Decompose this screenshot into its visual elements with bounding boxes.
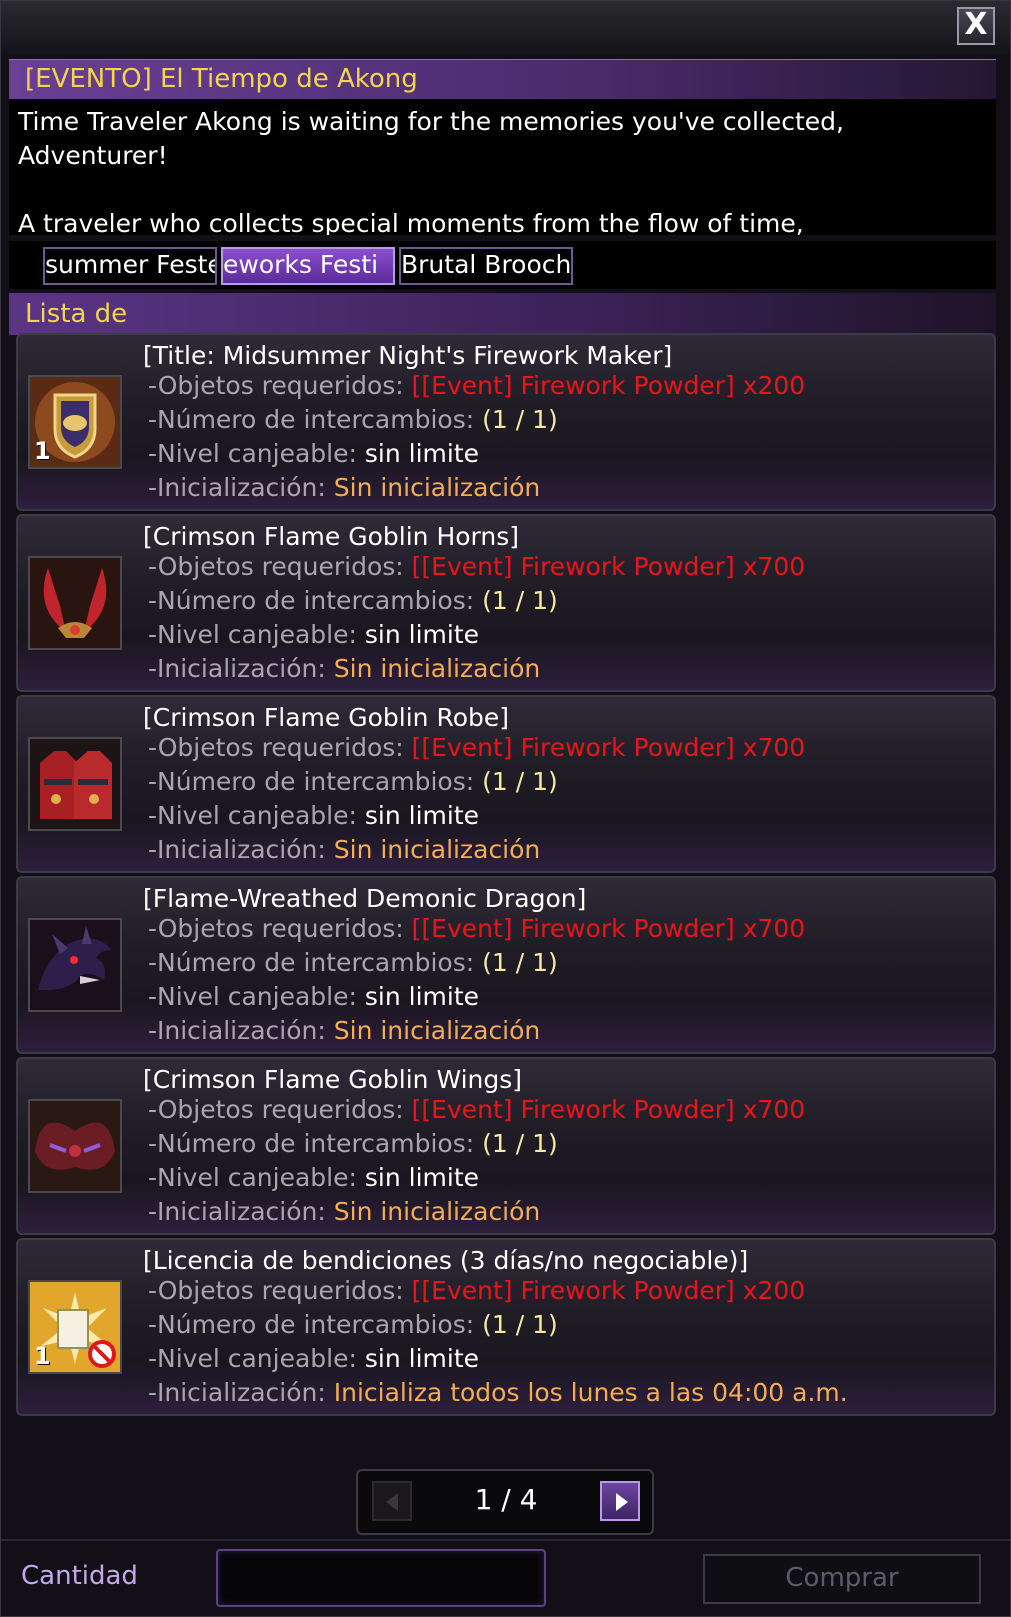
exchanges-label: -Número de intercambios: [148,1310,475,1339]
exchange-level: sin limite [364,620,480,649]
reset-schedule: Sin inicialización [333,1197,541,1226]
item-name: [Flame-Wreathed Demonic Dragon] [143,884,587,913]
level-label: -Nivel canjeable: [148,1163,357,1192]
list-item[interactable]: [Crimson Flame Goblin Robe] -Objetos requ… [16,695,996,873]
reset-label: -Inicialización: [148,473,326,502]
list-item[interactable]: [Crimson Flame Goblin Horns] -Objetos req… [16,514,996,692]
exchange-level: sin limite [364,1344,480,1373]
category-tabs: summer Feste eworks Festi Brutal Brooch [9,241,996,289]
exchanges-label: -Número de intercambios: [148,1129,475,1158]
item-name: [Crimson Flame Goblin Robe] [143,703,509,732]
level-label: -Nivel canjeable: [148,620,357,649]
exchange-level: sin limite [364,439,480,468]
level-label: -Nivel canjeable: [148,982,357,1011]
footer-divider [1,1539,1010,1541]
title-bar[interactable]: X [1,1,1010,55]
event-exchange-window: X [EVENTO] El Tiempo de Akong Time Trave… [0,0,1011,1617]
level-label: -Nivel canjeable: [148,801,357,830]
required-items: [[Event] Firework Powder] x700 [411,733,806,762]
exchange-count: (1 / 1) [482,948,558,977]
item-name: [Crimson Flame Goblin Horns] [143,522,520,551]
exchanges-label: -Número de intercambios: [148,767,475,796]
page-indicator: 1 / 4 [474,1483,538,1516]
list-item[interactable]: 1 [Licencia de bendiciones (3 días/no neg… [16,1238,996,1416]
tab-brutal-brooch[interactable]: Brutal Brooch [399,247,573,285]
reset-schedule: Sin inicialización [333,654,541,683]
exchange-level: sin limite [364,801,480,830]
pagination: 1 / 4 [356,1469,654,1535]
exchange-count: (1 / 1) [482,767,558,796]
item-name: [Crimson Flame Goblin Wings] [143,1065,523,1094]
required-items: [[Event] Firework Powder] x200 [411,371,806,400]
list-item[interactable]: 1 [Title: Midsummer Night's Firework Make… [16,333,996,511]
required-label: -Objetos requeridos: [148,552,404,581]
tab-fireworks-festival[interactable]: eworks Festi [221,247,395,285]
item-quantity: 1 [34,1342,51,1370]
item-name: [Title: Midsummer Night's Firework Maker… [143,341,673,370]
buy-button[interactable]: Comprar [703,1554,981,1604]
next-page-button[interactable] [600,1481,640,1521]
reset-label: -Inicialización: [148,654,326,683]
quantity-input[interactable] [216,1549,546,1607]
level-label: -Nivel canjeable: [148,439,357,468]
demonic-dragon-icon[interactable] [28,918,122,1012]
required-items: [[Event] Firework Powder] x700 [411,552,806,581]
required-items: [[Event] Firework Powder] x700 [411,1095,806,1124]
required-label: -Objetos requeridos: [148,1095,404,1124]
exchange-count: (1 / 1) [482,405,558,434]
reset-schedule: Sin inicialización [333,1016,541,1045]
list-header: Lista de [9,293,996,335]
event-description-box[interactable]: Time Traveler Akong is waiting for the m… [9,99,996,235]
reset-schedule: Inicializa todos los lunes a las 04:00 a… [333,1378,848,1407]
reset-label: -Inicialización: [148,835,326,864]
exchanges-label: -Número de intercambios: [148,586,475,615]
exchange-count: (1 / 1) [482,1129,558,1158]
required-label: -Objetos requeridos: [148,371,404,400]
item-name: [Licencia de bendiciones (3 días/no nego… [143,1246,749,1275]
exchanges-label: -Número de intercambios: [148,405,475,434]
title-emblem-icon[interactable]: 1 [28,375,122,469]
reset-schedule: Sin inicialización [333,473,541,502]
required-items: [[Event] Firework Powder] x200 [411,1276,806,1305]
level-label: -Nivel canjeable: [148,1344,357,1373]
reset-label: -Inicialización: [148,1016,326,1045]
exchange-level: sin limite [364,982,480,1011]
blessing-license-icon[interactable]: 1 [28,1280,122,1374]
list-item[interactable]: [Flame-Wreathed Demonic Dragon] -Objetos … [16,876,996,1054]
required-label: -Objetos requeridos: [148,914,404,943]
required-items: [[Event] Firework Powder] x700 [411,914,806,943]
goblin-wings-icon[interactable] [28,1099,122,1193]
reset-label: -Inicialización: [148,1197,326,1226]
goblin-horns-icon[interactable] [28,556,122,650]
exchanges-label: -Número de intercambios: [148,948,475,977]
tab-summer-festival[interactable]: summer Feste [43,247,217,285]
event-description: Time Traveler Akong is waiting for the m… [18,107,844,235]
event-title: [EVENTO] El Tiempo de Akong [25,64,418,94]
goblin-robe-icon[interactable] [28,737,122,831]
required-label: -Objetos requeridos: [148,1276,404,1305]
close-button[interactable]: X [957,7,995,45]
item-quantity: 1 [34,437,51,465]
list-item[interactable]: [Crimson Flame Goblin Wings] -Objetos req… [16,1057,996,1235]
required-label: -Objetos requeridos: [148,733,404,762]
exchange-count: (1 / 1) [482,1310,558,1339]
list-header-label: Lista de [25,299,128,329]
reset-label: -Inicialización: [148,1378,326,1407]
exchange-count: (1 / 1) [482,586,558,615]
event-header: [EVENTO] El Tiempo de Akong [9,59,996,99]
reset-schedule: Sin inicialización [333,835,541,864]
quantity-label: Cantidad [21,1561,138,1591]
exchange-level: sin limite [364,1163,480,1192]
previous-page-button[interactable] [372,1481,412,1521]
